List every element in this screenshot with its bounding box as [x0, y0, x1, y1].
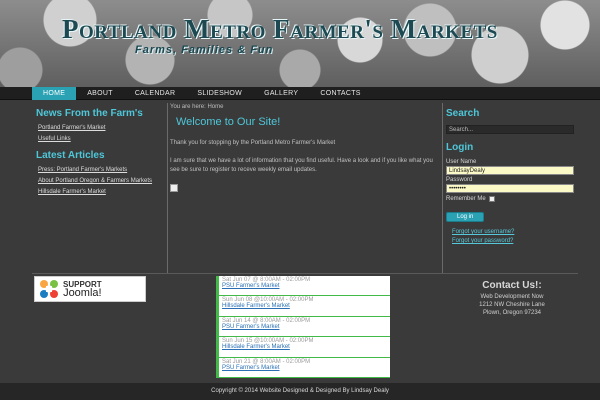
joomla-label: Joomla!	[63, 287, 102, 299]
contact-line: 1212 NW Cheshire Lane	[479, 302, 545, 308]
event-link[interactable]: Hillsdale Farmer's Market	[222, 344, 387, 350]
breadcrumb: You are here: Home	[170, 104, 224, 110]
nav-contacts[interactable]: CONTACTS	[309, 87, 371, 100]
column-divider	[167, 103, 168, 273]
news-link[interactable]: Useful Links	[38, 136, 167, 142]
site-title[interactable]: Portland Metro Farmer's Markets	[62, 14, 498, 45]
article-link[interactable]: About Portland Oregon & Farmers Markets	[38, 178, 167, 184]
site-tagline: Farms, Families & Fun	[135, 44, 274, 56]
event-item: Sun Jun 08 @10:00AM - 02:00PM Hillsdale …	[219, 296, 390, 317]
right-sidebar: Search Search... Login User Name Lindsay…	[446, 104, 578, 244]
event-item: Sun Jun 15 @10:00AM - 02:00PM Hillsdale …	[219, 337, 390, 358]
left-sidebar: News From the Farm's Portland Farmer's M…	[32, 104, 167, 200]
event-link[interactable]: PSU Farmer's Market	[222, 365, 387, 371]
password-label: Password	[446, 177, 473, 183]
search-heading: Search	[446, 108, 480, 119]
event-link[interactable]: PSU Farmer's Market	[222, 324, 387, 330]
login-heading: Login	[446, 142, 474, 153]
contact-line: Plown, Oregon 97234	[482, 310, 542, 316]
nav-calendar[interactable]: CALENDAR	[124, 87, 187, 100]
event-item: Sat Jun 07 @ 8:00AM - 02:00PM PSU Farmer…	[219, 276, 390, 297]
events-list: Sat Jun 07 @ 8:00AM - 02:00PM PSU Farmer…	[216, 276, 390, 378]
site-header: Portland Metro Farmer's Markets Farms, F…	[0, 0, 600, 87]
event-item: Sat Jun 21 @ 8:00AM - 02:00PM PSU Farmer…	[219, 358, 390, 378]
contact-block: Contact Us!: Web Development Now 1212 NW…	[446, 280, 578, 317]
nav-home[interactable]: HOME	[32, 87, 77, 100]
remember-label: Remember Me	[446, 196, 486, 202]
main-content: You are here: Home Welcome to Our Site! …	[170, 104, 440, 192]
section-divider	[32, 273, 578, 274]
news-heading: News From the Farm's	[36, 108, 143, 119]
nav-slideshow[interactable]: SLIDESHOW	[186, 87, 253, 100]
body-paragraph: I am sure that we have a lot of informat…	[170, 158, 433, 173]
contact-title: Contact Us!:	[482, 280, 542, 291]
article-link[interactable]: Press: Portland Farmer's Markets	[38, 167, 167, 173]
news-link[interactable]: Portland Farmer's Market	[38, 125, 167, 131]
broken-image-icon	[170, 184, 178, 192]
event-link[interactable]: Hillsdale Farmer's Market	[222, 303, 387, 309]
forgot-username-link[interactable]: Forgot your username?	[452, 229, 578, 235]
support-joomla-banner[interactable]: SUPPORT Joomla!	[34, 276, 146, 302]
page-title: Welcome to Our Site!	[176, 116, 281, 128]
contact-line: Web Development Now	[480, 294, 544, 300]
site-footer: Copyright © 2014 Website Designed & Desi…	[0, 383, 600, 400]
login-button[interactable]: Log in	[446, 212, 485, 222]
event-link[interactable]: PSU Farmer's Market	[222, 283, 387, 289]
intro-paragraph: Thank you for stopping by the Portland M…	[170, 140, 336, 146]
support-text: SUPPORT Joomla!	[63, 280, 102, 299]
news-links: Portland Farmer's Market Useful Links	[32, 125, 167, 142]
articles-heading: Latest Articles	[36, 150, 105, 161]
joomla-logo-icon	[40, 280, 58, 298]
nav-gallery[interactable]: GALLERY	[253, 87, 309, 100]
copyright-text: Copyright © 2014 Website Designed & Desi…	[211, 388, 389, 394]
nav-about[interactable]: ABOUT	[76, 87, 124, 100]
password-field[interactable]: ••••••••	[446, 184, 574, 193]
main-nav: HOME ABOUT CALENDAR SLIDESHOW GALLERY CO…	[0, 87, 600, 100]
remember-checkbox[interactable]	[488, 196, 495, 202]
username-label: User Name	[446, 159, 477, 165]
article-links: Press: Portland Farmer's Markets About P…	[32, 167, 167, 195]
article-link[interactable]: Hillsdale Farmer's Market	[38, 189, 167, 195]
remember-me: Remember Me	[446, 196, 578, 202]
search-input[interactable]: Search...	[446, 125, 574, 134]
forgot-password-link[interactable]: Forgot your password?	[452, 238, 578, 244]
column-divider	[442, 103, 443, 273]
event-item: Sat Jun 14 @ 8:00AM - 02:00PM PSU Farmer…	[219, 317, 390, 338]
username-field[interactable]: LindsayDealy	[446, 166, 574, 175]
